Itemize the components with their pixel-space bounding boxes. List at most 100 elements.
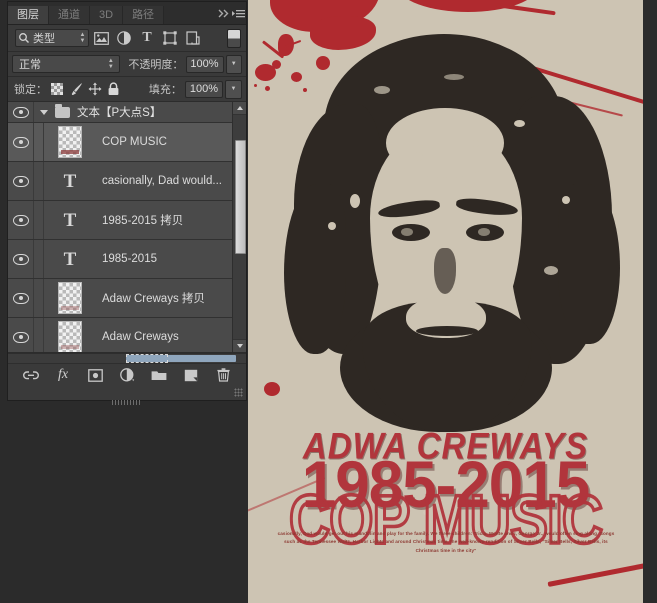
layer-visibility-toggle[interactable]: [8, 123, 34, 161]
layer-visibility-toggle[interactable]: [8, 318, 34, 352]
blend-mode-value: 正常: [19, 56, 105, 72]
new-adjustment-layer-button[interactable]: [119, 367, 136, 384]
eye-icon: [13, 137, 29, 148]
vertical-scroll-thumb[interactable]: [235, 140, 246, 254]
tab-paths[interactable]: 路径: [123, 6, 164, 24]
blend-mode-stepper-icon[interactable]: ▲▼: [105, 56, 116, 72]
layer-row[interactable]: Adaw Creways 拷贝: [8, 279, 233, 318]
eye-icon: [13, 254, 29, 265]
layer-row[interactable]: T 1985-2015: [8, 240, 233, 279]
shape-layer-filter-icon[interactable]: [159, 29, 181, 48]
collapse-panel-icon[interactable]: [216, 2, 231, 24]
document-canvas[interactable]: ADWA CREWAYS 1985-2015 COP MUSIC casiona…: [248, 0, 643, 603]
layer-list-horizontal-scrollbar[interactable]: [8, 353, 246, 363]
fill-dropdown-button[interactable]: ▼: [225, 80, 242, 99]
search-icon: [18, 32, 30, 44]
layer-row[interactable]: T casionally, Dad would...: [8, 162, 233, 201]
lock-row: 锁定：: [8, 77, 246, 102]
type-layer-icon: T: [64, 211, 77, 230]
link-layers-button[interactable]: [23, 367, 40, 384]
filter-kind-value: 类型: [30, 30, 77, 46]
layer-thumbnail[interactable]: T: [44, 250, 96, 269]
layer-thumbnail[interactable]: T: [44, 211, 96, 230]
opacity-dropdown-button[interactable]: ▼: [226, 55, 242, 74]
layer-list-vertical-scrollbar[interactable]: [232, 102, 246, 352]
layer-list-container: 文本【P大点S】 COP MUSIC: [8, 102, 246, 353]
poster-body-text: casionally, Dad would get out his mandol…: [272, 530, 620, 555]
layer-name: 1985-2015 拷贝: [96, 212, 183, 228]
layer-name: COP MUSIC: [96, 136, 167, 148]
eye-icon: [13, 176, 29, 187]
blend-mode-select[interactable]: 正常 ▲▼: [12, 55, 120, 73]
lock-image-pixels-icon[interactable]: [66, 80, 85, 98]
panel-menu-icon[interactable]: [231, 2, 246, 24]
filter-kind-stepper-icon[interactable]: ▲▼: [77, 30, 88, 46]
layers-panel: 图层 通道 3D 路径: [8, 2, 246, 400]
type-layer-icon: T: [64, 250, 77, 269]
layer-indent: [34, 279, 44, 317]
layer-visibility-toggle[interactable]: [8, 201, 34, 239]
layer-indent: [34, 201, 44, 239]
layer-name: Adaw Creways 拷贝: [96, 290, 205, 306]
layer-filter-row: 类型 ▲▼ T: [8, 25, 246, 52]
adjustment-layer-filter-icon[interactable]: [113, 29, 135, 48]
new-layer-button[interactable]: [183, 367, 200, 384]
eye-icon: [13, 332, 29, 343]
red-dot-left: [264, 382, 280, 396]
layer-indent: [34, 240, 44, 278]
layer-visibility-toggle[interactable]: [8, 240, 34, 278]
panel-tab-strip: 图层 通道 3D 路径: [8, 2, 246, 25]
eye-icon: [13, 215, 29, 226]
lock-label: 锁定：: [14, 81, 47, 97]
layer-indent: [34, 318, 44, 352]
layer-row[interactable]: Adaw Creways: [8, 318, 233, 352]
layer-style-fx-button[interactable]: fx: [55, 367, 72, 384]
add-layer-mask-button[interactable]: [87, 367, 104, 384]
layer-name: 文本【P大点S】: [70, 104, 161, 120]
opacity-input[interactable]: 100%: [186, 56, 223, 73]
layer-thumbnail[interactable]: [44, 321, 96, 352]
photoshop-window: ADWA CREWAYS 1985-2015 COP MUSIC casiona…: [0, 0, 657, 603]
filter-kind-select[interactable]: 类型 ▲▼: [15, 29, 89, 47]
panel-bottom-handle[interactable]: [112, 400, 142, 405]
lock-transparent-pixels-icon[interactable]: [47, 80, 66, 98]
delete-layer-button[interactable]: [215, 367, 232, 384]
eye-icon: [13, 107, 29, 118]
tab-layers[interactable]: 图层: [8, 6, 49, 24]
layer-name: Adaw Creways: [96, 331, 179, 343]
layer-visibility-toggle[interactable]: [8, 279, 34, 317]
poster-artwork: ADWA CREWAYS 1985-2015 COP MUSIC casiona…: [248, 0, 643, 603]
new-group-button[interactable]: [151, 367, 168, 384]
fill-label: 填充：: [149, 81, 182, 97]
smart-object-filter-icon[interactable]: [182, 29, 204, 48]
layer-list[interactable]: 文本【P大点S】 COP MUSIC: [8, 102, 233, 352]
scroll-up-arrow-icon[interactable]: [233, 102, 246, 115]
tab-channels[interactable]: 通道: [49, 6, 90, 24]
expand-group-caret-icon[interactable]: [40, 110, 48, 115]
layer-thumbnail[interactable]: T: [44, 172, 96, 191]
lock-all-icon[interactable]: [104, 80, 123, 98]
layer-row[interactable]: COP MUSIC: [8, 123, 233, 162]
type-layer-filter-icon[interactable]: T: [136, 29, 158, 48]
layer-indent: [34, 123, 44, 161]
lock-position-icon[interactable]: [85, 80, 104, 98]
layers-panel-toolbar: fx: [8, 363, 246, 386]
pixel-layer-filter-icon[interactable]: [90, 29, 112, 48]
eye-icon: [13, 293, 29, 304]
layer-row-group[interactable]: 文本【P大点S】: [8, 102, 233, 123]
layer-visibility-toggle[interactable]: [8, 162, 34, 200]
tab-3d[interactable]: 3D: [90, 6, 123, 24]
scroll-down-arrow-icon[interactable]: [233, 339, 246, 352]
panel-resize-grip[interactable]: [234, 388, 243, 397]
folder-icon: [55, 107, 70, 118]
horizontal-scroll-marker: [126, 354, 168, 363]
layer-visibility-toggle[interactable]: [8, 102, 34, 122]
layer-thumbnail[interactable]: [44, 126, 96, 158]
layer-row[interactable]: T 1985-2015 拷贝: [8, 201, 233, 240]
tab-strip-spacer: [164, 2, 216, 24]
blend-mode-row: 正常 ▲▼ 不透明度： 100% ▼: [8, 52, 246, 77]
filter-enable-toggle[interactable]: [227, 29, 241, 48]
layer-name: casionally, Dad would...: [96, 175, 222, 187]
fill-input[interactable]: 100%: [185, 81, 223, 98]
layer-thumbnail[interactable]: [44, 282, 96, 314]
